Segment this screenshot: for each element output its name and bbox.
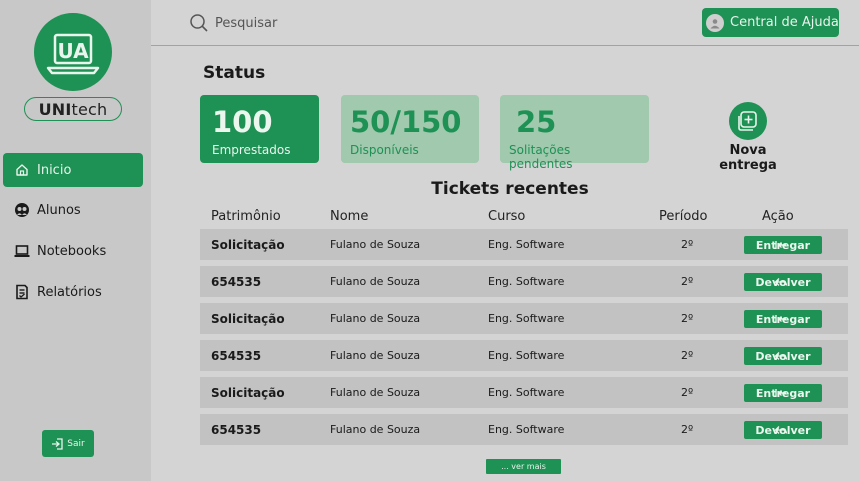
brand-name: UNI tech xyxy=(24,97,122,121)
logout-button[interactable]: Sair xyxy=(42,430,94,457)
status-card-label: Disponíveis xyxy=(350,143,419,157)
entregar-button[interactable]: Entregar xyxy=(744,310,822,328)
cell-periodo: 2º xyxy=(681,349,694,362)
entregar-button[interactable]: Entregar xyxy=(744,236,822,254)
cell-nome: Fulano de Souza xyxy=(330,238,421,251)
status-card-label: Emprestados xyxy=(212,143,291,157)
action-label: Entregar xyxy=(755,238,811,252)
devolver-button[interactable]: Devolver xyxy=(744,421,822,439)
cell-nome: Fulano de Souza xyxy=(330,386,421,399)
cell-patrimonio: Solicitação xyxy=(211,386,285,400)
cell-periodo: 2º xyxy=(681,275,694,288)
status-card-value: 100 xyxy=(212,105,273,139)
column-header-patrimonio: Patrimônio xyxy=(211,209,281,224)
action-label: Devolver xyxy=(755,349,811,363)
entregar-button[interactable]: Entregar xyxy=(744,384,822,402)
cell-curso: Eng. Software xyxy=(488,275,565,288)
see-more-button[interactable]: ... ver mais xyxy=(486,459,561,474)
cell-patrimonio: 654535 xyxy=(211,275,262,289)
action-label: Devolver xyxy=(755,275,811,289)
logo-text: UA xyxy=(57,39,89,63)
logout-icon xyxy=(51,437,63,450)
action-label: Devolver xyxy=(755,423,811,437)
brand-name-rest: tech xyxy=(71,99,108,119)
status-title: Status xyxy=(203,63,266,83)
laptop-icon xyxy=(13,242,31,260)
cell-patrimonio: Solicitação xyxy=(211,238,285,252)
table-row: Solicitação Fulano de Souza Eng. Software 2… xyxy=(200,377,848,408)
search-placeholder: Pesquisar xyxy=(215,15,278,31)
column-header-acao: Ação xyxy=(762,209,794,224)
help-center-button[interactable]: Central de Ajuda xyxy=(702,8,839,37)
brand-name-bold: UNI xyxy=(38,99,72,119)
column-header-curso: Curso xyxy=(488,209,526,224)
sidebar-item-label: Notebooks xyxy=(37,243,107,259)
status-card-label: Solitações pendentes xyxy=(509,143,573,171)
cell-curso: Eng. Software xyxy=(488,386,565,399)
status-card-pendentes[interactable]: 25 Solitações pendentes xyxy=(500,95,649,171)
sidebar-item-notebooks[interactable]: Notebooks xyxy=(3,234,143,268)
cell-curso: Eng. Software xyxy=(488,349,565,362)
sidebar: UA UNI tech Inicio Alunos Notebooks Relat… xyxy=(0,0,151,481)
cell-nome: Fulano de Souza xyxy=(330,423,421,436)
cell-periodo: 2º xyxy=(681,312,694,325)
sidebar-item-label: Relatórios xyxy=(37,284,102,300)
add-copy-icon xyxy=(729,102,767,140)
cell-nome: Fulano de Souza xyxy=(330,349,421,362)
tickets-title: Tickets recentes xyxy=(431,179,589,199)
action-label: Entregar xyxy=(755,386,811,400)
cell-patrimonio: 654535 xyxy=(211,423,262,437)
table-row: Solicitação Fulano de Souza Eng. Software 2… xyxy=(200,303,848,334)
table-row: Solicitação Fulano de Souza Eng. Software 2… xyxy=(200,229,848,260)
table-row: 654535 Fulano de Souza Eng. Software 2º Devo… xyxy=(200,340,848,371)
sidebar-item-relatorios[interactable]: Relatórios xyxy=(3,275,143,309)
help-center-label: Central de Ajuda xyxy=(730,15,839,30)
search-input[interactable]: Pesquisar xyxy=(189,13,277,33)
status-card-value: 50/150 xyxy=(350,105,462,139)
sidebar-item-label: Inicio xyxy=(37,162,72,178)
status-card-value: 25 xyxy=(516,105,557,139)
cell-periodo: 2º xyxy=(681,423,694,436)
column-header-nome: Nome xyxy=(330,209,369,224)
status-card-emprestados[interactable]: 100 Emprestados xyxy=(200,95,319,163)
cell-patrimonio: 654535 xyxy=(211,349,262,363)
logout-label: Sair xyxy=(67,438,85,449)
devolver-button[interactable]: Devolver xyxy=(744,347,822,365)
action-label: Entregar xyxy=(755,312,811,326)
sidebar-item-alunos[interactable]: Alunos xyxy=(3,193,143,227)
cell-curso: Eng. Software xyxy=(488,423,565,436)
new-delivery-label: Nova entrega xyxy=(719,143,777,173)
logo: UA xyxy=(34,13,112,91)
table-row: 654535 Fulano de Souza Eng. Software 2º Devo… xyxy=(200,266,848,297)
cell-nome: Fulano de Souza xyxy=(330,275,421,288)
avatar-icon xyxy=(706,13,724,32)
search-icon xyxy=(189,13,209,33)
cell-periodo: 2º xyxy=(681,386,694,399)
cell-nome: Fulano de Souza xyxy=(330,312,421,325)
cell-curso: Eng. Software xyxy=(488,312,565,325)
devolver-button[interactable]: Devolver xyxy=(744,273,822,291)
new-delivery-button[interactable]: Nova entrega xyxy=(702,102,794,173)
tickets-table-header: Patrimônio Nome Curso Período Ação xyxy=(200,209,848,227)
sidebar-item-label: Alunos xyxy=(37,202,81,218)
cell-patrimonio: Solicitação xyxy=(211,312,285,326)
status-card-disponiveis[interactable]: 50/150 Disponíveis xyxy=(341,95,479,163)
cell-periodo: 2º xyxy=(681,238,694,251)
cell-curso: Eng. Software xyxy=(488,238,565,251)
top-bar: Pesquisar Central de Ajuda xyxy=(151,0,859,46)
column-header-periodo: Período xyxy=(659,209,708,224)
report-icon xyxy=(13,283,31,301)
home-icon xyxy=(13,161,31,179)
laptop-logo-icon: UA xyxy=(46,33,100,75)
sidebar-item-inicio[interactable]: Inicio xyxy=(3,153,143,187)
users-icon xyxy=(13,201,31,219)
table-row: 654535 Fulano de Souza Eng. Software 2º Devo… xyxy=(200,414,848,445)
